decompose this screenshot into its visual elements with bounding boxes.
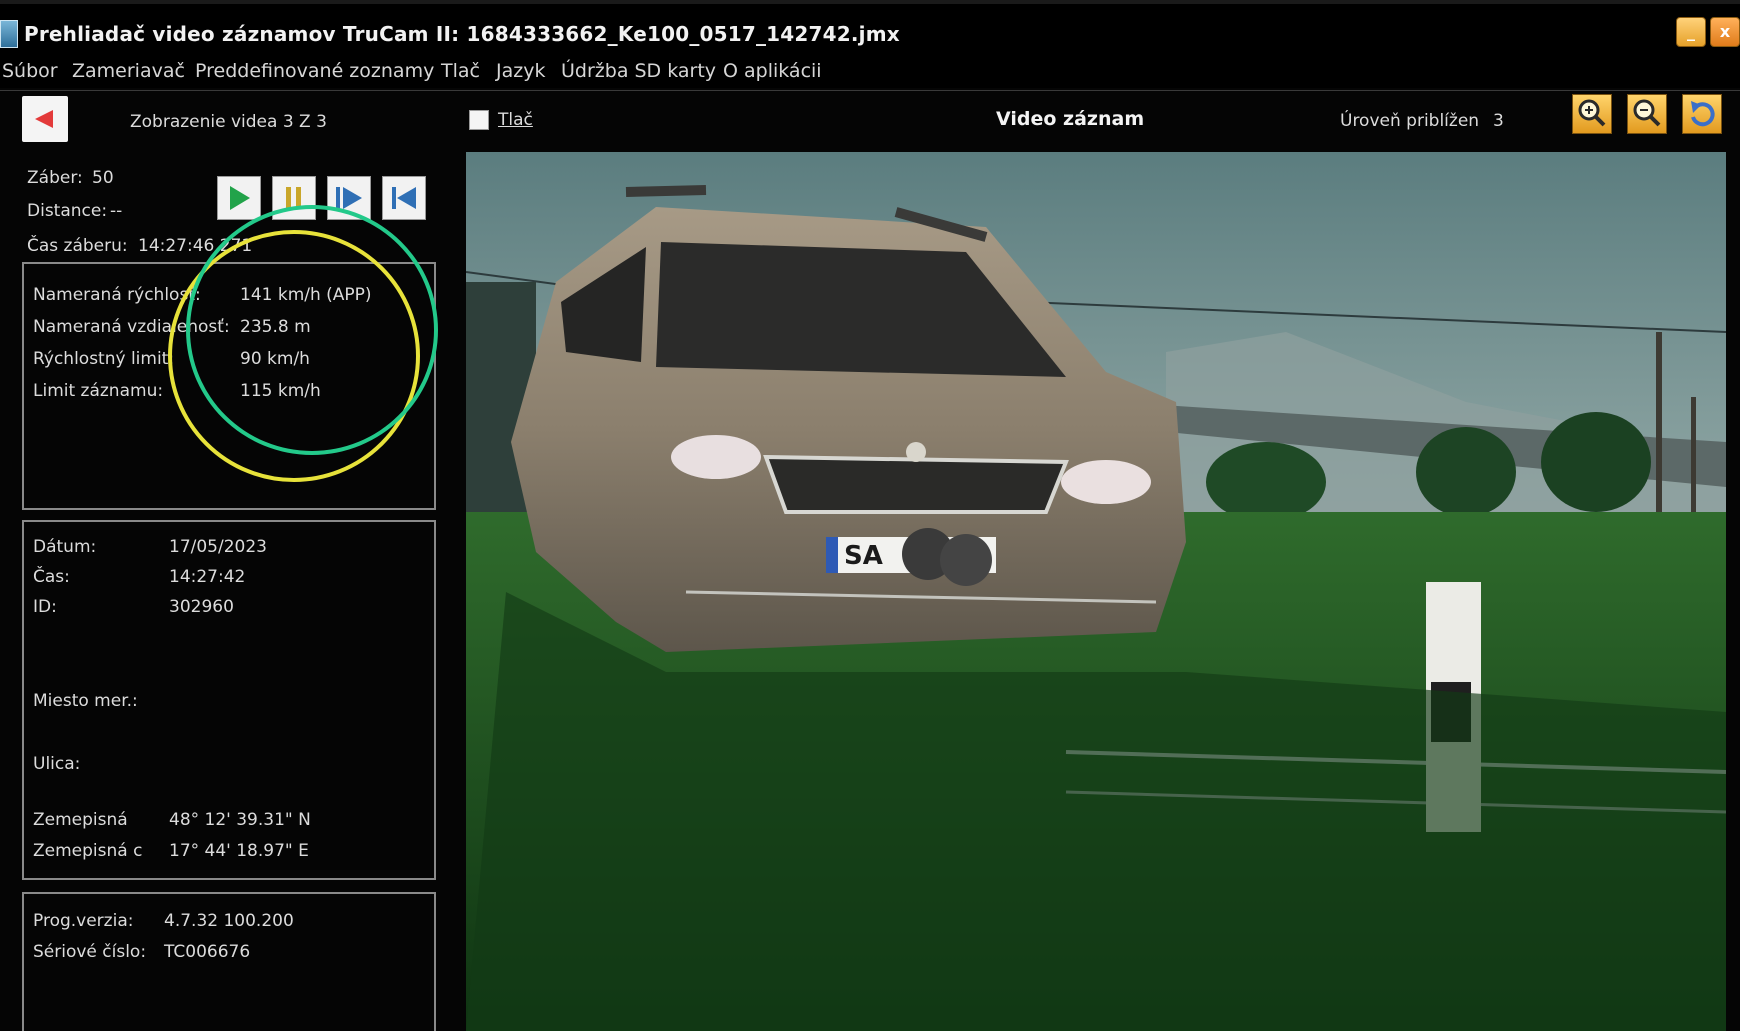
latitude-label: Zemepisná	[33, 810, 128, 830]
zoom-in-icon	[1573, 95, 1611, 133]
time-value: 14:27:42	[169, 567, 245, 587]
car-logo	[906, 442, 926, 462]
roof-rail	[626, 190, 706, 192]
license-plate-text: SA	[844, 541, 883, 571]
zoom-in-button[interactable]	[1572, 94, 1612, 134]
step-forward-button[interactable]	[327, 176, 371, 220]
title-bar: Prehliadač video záznamov TruCam II: 168…	[0, 0, 1740, 62]
frame-time-value: 14:27:46,271	[138, 236, 252, 256]
menu-divider	[0, 90, 1740, 91]
back-button[interactable]	[22, 96, 68, 142]
menu-item-o-aplikacii[interactable]: O aplikácii	[723, 60, 822, 82]
print-checkbox[interactable]	[469, 110, 489, 130]
measured-speed-value: 141 km/h (APP)	[240, 285, 372, 305]
tree	[1206, 442, 1326, 522]
frame-label: Záber:	[27, 168, 83, 188]
right-headlight	[1061, 460, 1151, 504]
back-arrow-icon	[35, 110, 53, 128]
date-label: Dátum:	[33, 537, 96, 557]
video-view-label: Zobrazenie videa 3 Z 3	[130, 112, 327, 132]
car-grille	[766, 457, 1066, 512]
zoom-out-icon	[1628, 95, 1666, 133]
menu-bar: Súbor Zameriavač Preddefinované zoznamy …	[0, 56, 1740, 88]
window-title: Prehliadač video záznamov TruCam II: 168…	[24, 22, 900, 46]
app-icon	[0, 20, 18, 48]
date-value: 17/05/2023	[169, 537, 267, 557]
frame-time-label: Čas záberu:	[27, 236, 128, 256]
play-icon	[218, 177, 260, 219]
video-title: Video záznam	[996, 108, 1144, 130]
menu-item-zameriavac[interactable]: Zameriavač	[72, 60, 185, 82]
menu-item-tlac[interactable]: Tlač	[441, 60, 480, 82]
play-button[interactable]	[217, 176, 261, 220]
pause-icon	[273, 177, 315, 219]
distance-label: Distance:	[27, 201, 107, 221]
plate-blur-2	[940, 534, 992, 586]
measured-speed-label: Nameraná rýchlosť:	[33, 285, 201, 305]
record-limit-label: Limit záznamu:	[33, 381, 163, 401]
tree-2	[1416, 427, 1516, 517]
left-headlight	[671, 435, 761, 479]
pause-button[interactable]	[272, 176, 316, 220]
serial-label: Sériové číslo:	[33, 942, 146, 962]
menu-item-jazyk[interactable]: Jazyk	[496, 60, 545, 82]
version-value: 4.7.32 100.200	[164, 911, 294, 931]
id-label: ID:	[33, 597, 57, 617]
minimize-button[interactable]: _	[1676, 17, 1706, 47]
latitude-value: 48° 12' 39.31" N	[169, 810, 311, 830]
longitude-value: 17° 44' 18.97" E	[169, 841, 309, 861]
street-label: Ulica:	[33, 754, 80, 774]
longitude-label: Zemepisná c	[33, 841, 142, 861]
rewind-button[interactable]	[382, 176, 426, 220]
measured-distance-label: Nameraná vzdialenosť:	[33, 317, 230, 337]
serial-value: TC006676	[164, 942, 250, 962]
speed-limit-value: 90 km/h	[240, 349, 310, 369]
menu-item-subor[interactable]: Súbor	[2, 60, 58, 82]
undo-icon	[1683, 95, 1721, 133]
close-button[interactable]: x	[1710, 17, 1740, 47]
video-frame[interactable]: SA	[466, 152, 1726, 1031]
zoom-reset-button[interactable]	[1682, 94, 1722, 134]
speed-limit-label: Rýchlostný limit:	[33, 349, 174, 369]
print-label: Tlač	[498, 110, 533, 130]
license-plate-eu-band	[826, 537, 838, 573]
record-limit-value: 115 km/h	[240, 381, 321, 401]
frame-value: 50	[92, 168, 114, 188]
distance-value: --	[110, 201, 122, 221]
id-value: 302960	[169, 597, 234, 617]
video-scene: SA	[466, 152, 1726, 1031]
place-label: Miesto mer.:	[33, 691, 138, 711]
measured-distance-value: 235.8 m	[240, 317, 311, 337]
menu-item-zoznamy[interactable]: Preddefinované zoznamy	[195, 60, 434, 82]
zoom-level: 3	[1493, 111, 1504, 131]
menu-item-udrzba[interactable]: Údržba SD karty	[561, 60, 716, 82]
skip-back-icon	[383, 177, 425, 219]
zoom-out-button[interactable]	[1627, 94, 1667, 134]
version-label: Prog.verzia:	[33, 911, 133, 931]
time-label: Čas:	[33, 567, 70, 587]
tree-3	[1541, 412, 1651, 512]
zoom-label: Úroveň priblížen	[1340, 111, 1479, 131]
step-forward-icon	[328, 177, 370, 219]
